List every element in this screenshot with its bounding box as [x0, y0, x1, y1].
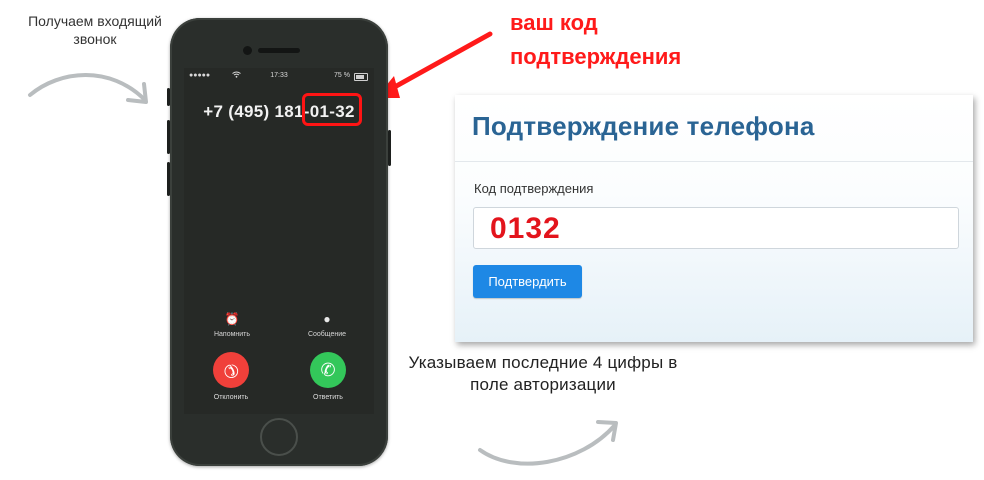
front-camera	[243, 46, 252, 55]
decline-label: Отклонить	[213, 394, 249, 401]
speech-bubble-icon: ●	[323, 312, 331, 326]
phone-icon: ✆	[320, 359, 336, 380]
battery-icon	[354, 73, 368, 81]
alarm-clock-icon: ⏰	[224, 312, 240, 326]
phone-confirmation-panel: Подтверждение телефона Код подтверждения…	[455, 95, 973, 342]
remind-label: Напомнить	[213, 331, 251, 338]
last-digits-highlight	[302, 93, 362, 126]
accept-label: Ответить	[313, 394, 343, 401]
caption-instruction: Указываем последние 4 цифры в поле автор…	[408, 353, 678, 394]
message-action[interactable]: ● Сообщение	[297, 312, 357, 338]
phone-hangup-icon: ✆	[218, 357, 244, 383]
confirmation-code-input[interactable]: 0132	[473, 207, 959, 249]
page-title: Подтверждение телефона	[472, 111, 815, 141]
home-button[interactable]	[260, 418, 298, 456]
accept-button[interactable]: ✆	[310, 352, 346, 388]
earpiece-speaker	[258, 48, 300, 53]
mute-switch	[167, 88, 170, 106]
volume-up-button	[167, 120, 170, 154]
message-label: Сообщение	[307, 331, 347, 338]
code-field-label: Код подтверждения	[474, 181, 594, 196]
divider	[455, 161, 973, 162]
remind-action[interactable]: ⏰ Напомнить	[202, 312, 262, 338]
phone-mockup: ●●●●● 17:33 75 % +7 (495) 181-01-32 ⏰ На…	[167, 18, 391, 466]
volume-down-button	[167, 162, 170, 196]
battery-percent: 75 %	[334, 72, 350, 79]
code-value: 0132	[490, 212, 561, 245]
decline-button[interactable]: ✆	[213, 352, 249, 388]
status-bar: ●●●●● 17:33 75 %	[184, 71, 374, 83]
power-button	[388, 130, 391, 166]
confirm-button[interactable]: Подтвердить	[473, 265, 582, 298]
